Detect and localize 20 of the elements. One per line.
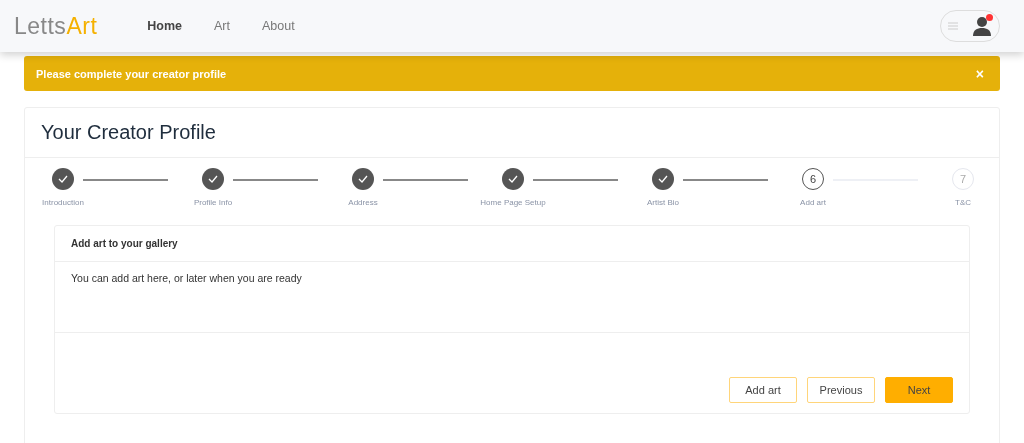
step-label: Add art xyxy=(800,198,826,207)
user-icon xyxy=(972,16,992,36)
page-title: Your Creator Profile xyxy=(25,108,999,158)
step-label: Address xyxy=(348,198,378,207)
step-label: Artist Bio xyxy=(647,198,679,207)
step-label: T&C xyxy=(955,198,971,207)
step-label: Introduction xyxy=(42,198,84,207)
logo[interactable]: LettsArt xyxy=(14,12,98,40)
nav-link[interactable]: Art xyxy=(198,15,246,37)
step-label: Home Page Setup xyxy=(480,198,546,207)
next-button[interactable]: Next xyxy=(885,377,953,403)
nav-link[interactable]: Home xyxy=(131,15,198,37)
panel-text: You can add art here, or later when you are ready xyxy=(71,272,302,284)
outline-button[interactable]: Previous xyxy=(807,377,875,403)
outline-button[interactable]: Add art xyxy=(729,377,797,403)
account-button[interactable] xyxy=(940,10,1000,42)
alert-message: Please complete your creator profile xyxy=(36,67,227,80)
panel-title: Add art to your gallery xyxy=(55,226,969,262)
step-label: Profile Info xyxy=(193,198,233,207)
nav-link[interactable]: About xyxy=(246,15,311,37)
